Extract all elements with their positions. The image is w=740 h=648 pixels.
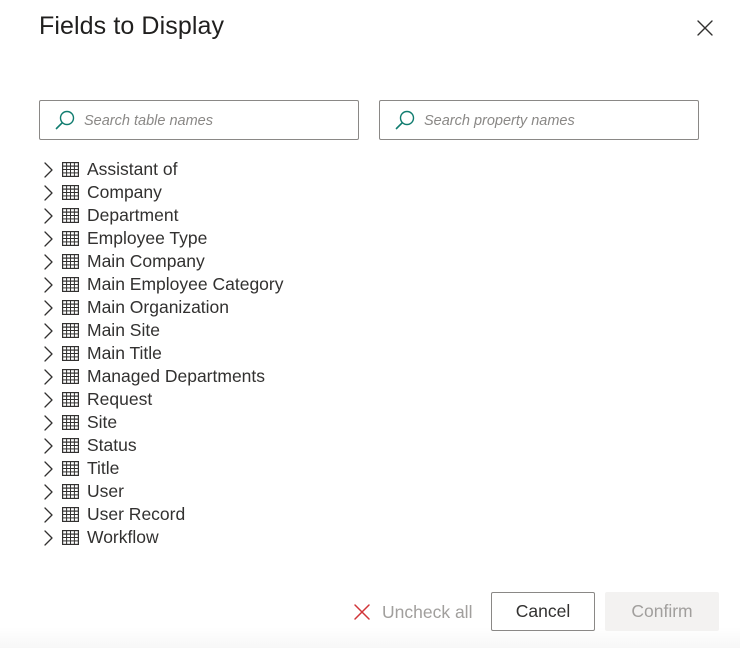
tree-item-main-company[interactable]: Main Company: [39, 250, 699, 273]
search-properties-box: [379, 100, 699, 140]
table-icon: [61, 277, 79, 293]
tree-item-request[interactable]: Request: [39, 388, 699, 411]
tree-item-assistant-of[interactable]: Assistant of: [39, 158, 699, 181]
tree-item-site[interactable]: Site: [39, 411, 699, 434]
table-icon: [61, 415, 79, 431]
tree-item-label: User Record: [87, 504, 186, 524]
tree-item-label: Managed Departments: [87, 366, 266, 386]
tree-item-label: Main Site: [87, 320, 160, 340]
chevron-right-icon[interactable]: [39, 391, 57, 409]
tree-item-main-site[interactable]: Main Site: [39, 319, 699, 342]
tree-item-label: Workflow: [87, 527, 159, 547]
tree-item-label: Site: [87, 412, 118, 432]
table-icon: [61, 461, 79, 477]
tree-item-status[interactable]: Status: [39, 434, 699, 457]
tree-item-label: User: [87, 481, 124, 501]
chevron-right-icon[interactable]: [39, 460, 57, 478]
cancel-button[interactable]: Cancel: [491, 592, 595, 631]
tree-item-company[interactable]: Company: [39, 181, 699, 204]
chevron-right-icon[interactable]: [39, 345, 57, 363]
search-table-names-input[interactable]: [84, 113, 358, 129]
tree-item-label: Main Company: [87, 251, 205, 271]
tree-item-label: Main Title: [87, 343, 162, 363]
table-icon: [61, 507, 79, 523]
tree-item-label: Assistant of: [87, 159, 178, 179]
chevron-right-icon[interactable]: [39, 299, 57, 317]
tree-item-main-employee-category[interactable]: Main Employee Category: [39, 273, 699, 296]
table-icon: [61, 231, 79, 247]
search-icon: [394, 109, 416, 131]
tree-item-managed-departments[interactable]: Managed Departments: [39, 365, 699, 388]
table-icon: [61, 530, 79, 546]
tree-item-user-record[interactable]: User Record: [39, 503, 699, 526]
chevron-right-icon[interactable]: [39, 506, 57, 524]
close-button[interactable]: [692, 17, 718, 43]
fields-to-display-dialog: Fields to Display Search table names Sea…: [0, 0, 740, 648]
chevron-right-icon[interactable]: [39, 253, 57, 271]
chevron-right-icon[interactable]: [39, 529, 57, 547]
table-icon: [61, 323, 79, 339]
dialog-title: Fields to Display: [39, 12, 225, 40]
tree-item-main-organization[interactable]: Main Organization: [39, 296, 699, 319]
close-icon: [696, 19, 714, 42]
table-icon: [61, 438, 79, 454]
table-icon: [61, 162, 79, 178]
table-icon: [61, 254, 79, 270]
search-icon: [54, 109, 76, 131]
table-icon: [61, 484, 79, 500]
chevron-right-icon[interactable]: [39, 483, 57, 501]
table-icon: [61, 346, 79, 362]
tree-item-label: Employee Type: [87, 228, 208, 248]
tree-item-label: Main Organization: [87, 297, 230, 317]
tree-item-label: Title: [87, 458, 120, 478]
tree-item-label: Company: [87, 182, 162, 202]
search-tables-box: [39, 100, 359, 140]
tree-item-label: Department: [87, 205, 179, 225]
chevron-right-icon[interactable]: [39, 184, 57, 202]
table-tree: Assistant of Company Department Employee…: [39, 158, 699, 549]
table-icon: [61, 392, 79, 408]
tree-item-user[interactable]: User: [39, 480, 699, 503]
tree-item-label: Main Employee Category: [87, 274, 284, 294]
tree-item-employee-type[interactable]: Employee Type: [39, 227, 699, 250]
chevron-right-icon[interactable]: [39, 437, 57, 455]
chevron-right-icon[interactable]: [39, 207, 57, 225]
tree-item-title[interactable]: Title: [39, 457, 699, 480]
chevron-right-icon[interactable]: [39, 322, 57, 340]
search-property-names-input[interactable]: [424, 113, 698, 129]
chevron-right-icon[interactable]: [39, 414, 57, 432]
table-icon: [61, 208, 79, 224]
chevron-right-icon[interactable]: [39, 276, 57, 294]
table-icon: [61, 185, 79, 201]
table-icon: [61, 300, 79, 316]
tree-item-label: Status: [87, 435, 137, 455]
x-icon: [352, 602, 372, 622]
tree-item-main-title[interactable]: Main Title: [39, 342, 699, 365]
uncheck-all-label: Uncheck all: [382, 601, 473, 622]
tree-item-workflow[interactable]: Workflow: [39, 526, 699, 549]
tree-item-label: Request: [87, 389, 153, 409]
tree-item-department[interactable]: Department: [39, 204, 699, 227]
chevron-right-icon[interactable]: [39, 368, 57, 386]
uncheck-all-button[interactable]: Uncheck all: [352, 600, 472, 624]
chevron-right-icon[interactable]: [39, 230, 57, 248]
chevron-right-icon[interactable]: [39, 161, 57, 179]
confirm-button[interactable]: Confirm: [605, 592, 719, 631]
table-icon: [61, 369, 79, 385]
